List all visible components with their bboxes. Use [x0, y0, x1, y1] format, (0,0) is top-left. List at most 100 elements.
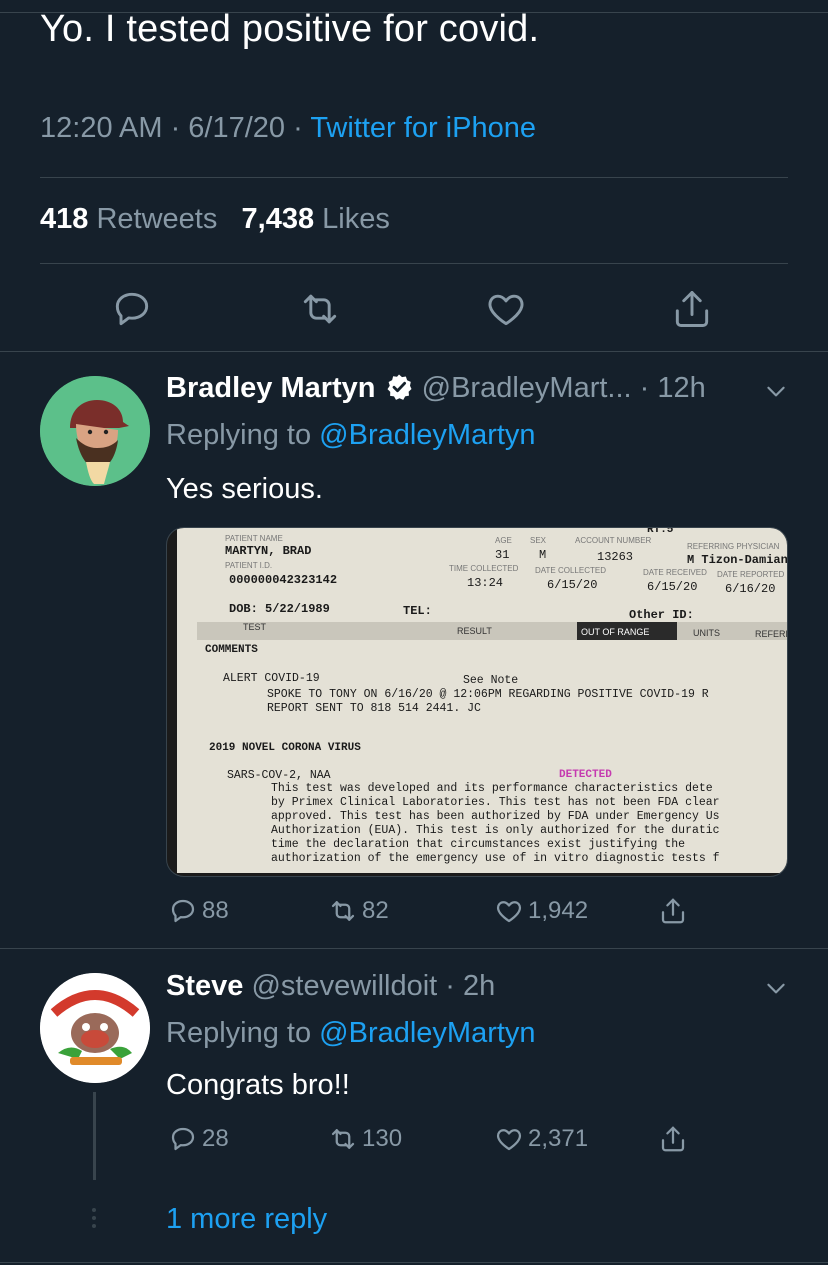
reply2-replying-to: Replying to @BradleyMartyn — [166, 1017, 536, 1050]
retweet-icon — [303, 294, 337, 324]
doc-detected-result: DETECTED — [559, 769, 612, 781]
doc-spoke-line: SPOKE TO TONY ON 6/16/20 @ 12:06PM REGAR… — [267, 688, 709, 701]
divider — [0, 948, 828, 949]
doc-label: SEX — [530, 536, 547, 545]
divider — [40, 177, 788, 178]
likes-link[interactable]: 7,438 Likes — [242, 203, 390, 235]
retweet-button[interactable] — [298, 287, 342, 331]
reply1-header: Bradley Martyn @BradleyMart... · 12h — [166, 372, 706, 405]
reply-icon — [171, 899, 195, 923]
reply1-replying-to: Replying to @BradleyMartyn — [166, 419, 536, 452]
tweet-source-link[interactable]: Twitter for iPhone — [310, 112, 536, 144]
doc-sex: M — [539, 548, 547, 562]
share-icon — [661, 1126, 685, 1152]
reply-icon — [171, 1127, 195, 1151]
thread-connector-line — [93, 1092, 96, 1180]
doc-note-line: authorization of the emergency use of in… — [271, 852, 720, 865]
main-tweet-meta: 12:20 AM · 6/17/20 · Twitter for iPhone — [40, 112, 536, 145]
doc-dob: DOB: 5/22/1989 — [229, 602, 330, 616]
reply1-like-button[interactable]: 1,942 — [494, 896, 588, 926]
reply1-retweet-button[interactable]: 82 — [328, 896, 389, 926]
doc-age: 31 — [495, 548, 510, 562]
like-count: 1,942 — [528, 897, 589, 924]
doc-label: REFERRING PHYSICIAN — [687, 542, 780, 551]
avatar[interactable] — [40, 376, 150, 486]
reply2-retweet-button[interactable]: 130 — [328, 1124, 402, 1154]
doc-test-name: SARS-COV-2, NAA — [227, 769, 331, 782]
doc-label: PATIENT I.D. — [225, 561, 273, 570]
reply2-share-button[interactable] — [658, 1124, 692, 1154]
verified-badge-icon — [387, 374, 412, 400]
reply-button[interactable] — [110, 287, 154, 331]
replying-to-label: Replying to — [166, 419, 320, 451]
doc-physician: M Tizon-Damian — [687, 553, 788, 567]
reply1-time: · 12h — [639, 372, 706, 404]
doc-comments-heading: COMMENTS — [205, 644, 258, 656]
replying-to-handle[interactable]: @BradleyMartyn — [319, 419, 535, 451]
lab-report-image[interactable]: RT:5 PATIENT NAME MARTYN, BRAD PATIENT I… — [166, 527, 788, 877]
reply-count: 28 — [202, 1125, 229, 1152]
retweet-count: 130 — [362, 1125, 403, 1152]
doc-patient-name: MARTYN, BRAD — [225, 544, 312, 558]
retweets-label: Retweets — [88, 203, 218, 235]
reply1-reply-button[interactable]: 88 — [168, 896, 229, 926]
reply2-handle[interactable]: @stevewilldoit — [251, 970, 437, 1002]
chevron-down-icon[interactable] — [763, 378, 789, 404]
doc-label: PATIENT NAME — [225, 534, 283, 543]
show-more-replies-link[interactable]: 1 more reply — [166, 1203, 327, 1236]
reply1-author-name[interactable]: Bradley Martyn — [166, 372, 376, 404]
retweets-count: 418 — [40, 203, 89, 235]
heart-icon — [496, 901, 522, 923]
doc-column-test: TEST — [243, 622, 267, 632]
heart-icon — [496, 1129, 522, 1151]
reply1-share-button[interactable] — [658, 896, 692, 926]
avatar[interactable] — [40, 973, 150, 1083]
bottom-divider — [0, 1262, 828, 1263]
like-count: 2,371 — [528, 1125, 589, 1152]
doc-account: 13263 — [597, 550, 634, 564]
heart-icon — [488, 294, 524, 326]
main-tweet-timestamp: 12:20 AM · 6/17/20 · — [40, 112, 311, 144]
reply-icon — [115, 292, 149, 326]
doc-label: AGE — [495, 536, 512, 545]
doc-header: RT:5 — [647, 527, 674, 536]
doc-column-out-of-range: OUT OF RANGE — [581, 627, 650, 637]
reply2-like-button[interactable]: 2,371 — [494, 1124, 588, 1154]
reply-count: 88 — [202, 897, 229, 924]
share-icon — [675, 291, 709, 327]
doc-see-note: See Note — [463, 674, 519, 687]
like-button[interactable] — [484, 287, 528, 331]
doc-report-line: REPORT SENT TO 818 514 2441. JC — [267, 702, 481, 715]
lab-report-document: RT:5 PATIENT NAME MARTYN, BRAD PATIENT I… — [177, 527, 788, 873]
retweet-icon — [331, 1129, 355, 1149]
doc-time-collected: 13:24 — [467, 576, 504, 590]
chevron-down-icon[interactable] — [763, 975, 789, 1001]
avatar-illustration — [40, 376, 150, 486]
doc-note-line: Authorization (EUA). This test is only a… — [271, 824, 720, 837]
reply2-author-name[interactable]: Steve — [166, 970, 243, 1002]
doc-tel: TEL: — [403, 604, 432, 618]
doc-label: DATE REPORTED — [717, 570, 785, 579]
reply2-reply-button[interactable]: 28 — [168, 1124, 229, 1154]
reply1-handle[interactable]: @BradleyMart... — [422, 372, 632, 404]
share-icon — [661, 898, 685, 924]
share-button[interactable] — [670, 287, 714, 331]
engagement-counts: 418 Retweets 7,438 Likes — [40, 203, 390, 236]
doc-date-collected: 6/15/20 — [547, 578, 598, 592]
retweet-count: 82 — [362, 897, 389, 924]
doc-section-heading: 2019 NOVEL CORONA VIRUS — [209, 742, 361, 754]
replying-to-label: Replying to — [166, 1017, 320, 1049]
divider — [0, 351, 828, 352]
doc-other-id: Other ID: — [629, 608, 694, 622]
reply2-header: Steve @stevewilldoit · 2h — [166, 970, 495, 1003]
avatar-illustration — [40, 973, 150, 1083]
retweets-link[interactable]: 418 Retweets — [40, 203, 217, 235]
doc-column-units: UNITS — [693, 628, 720, 638]
doc-column-result: RESULT — [457, 626, 492, 636]
doc-label: DATE RECEIVED — [643, 568, 707, 577]
replying-to-handle[interactable]: @BradleyMartyn — [319, 1017, 535, 1049]
doc-patient-id: 000000042323142 — [229, 573, 338, 587]
divider — [40, 263, 788, 264]
thread-dots — [92, 1208, 97, 1228]
likes-count: 7,438 — [241, 203, 315, 235]
